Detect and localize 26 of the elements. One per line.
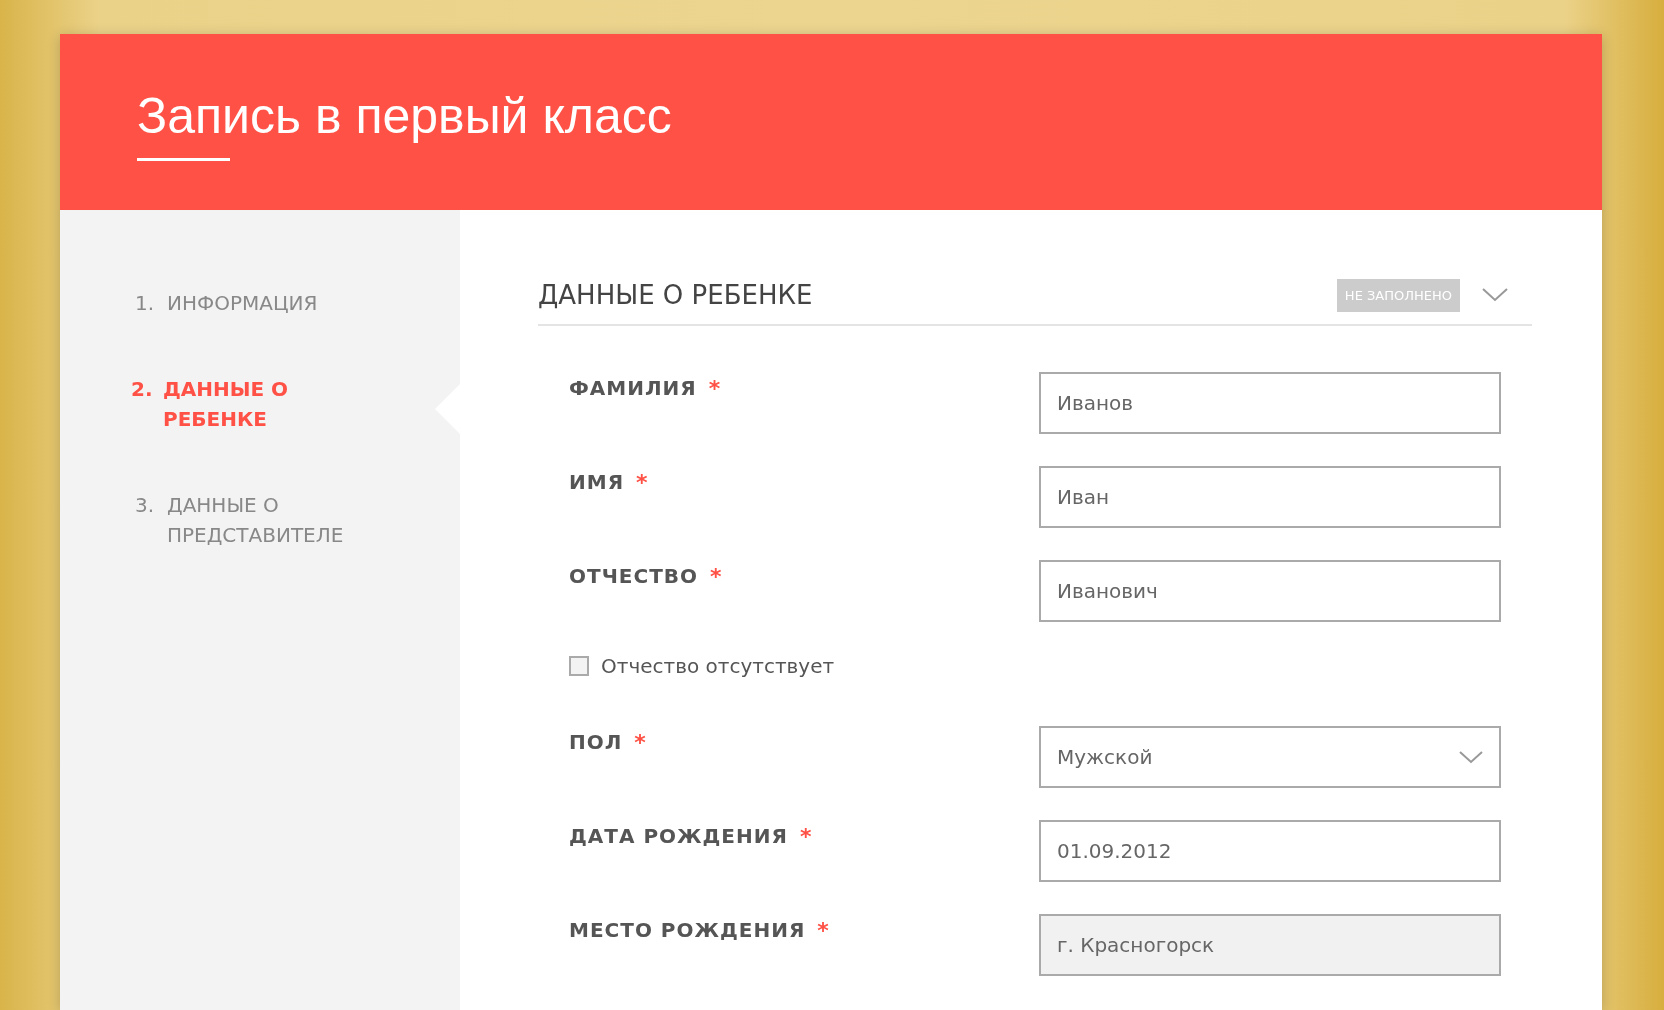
required-mark: *	[636, 470, 648, 495]
required-mark: *	[710, 564, 722, 589]
select-field[interactable]: Мужской	[1039, 726, 1501, 788]
checkbox-label: Отчество отсутствует	[601, 654, 835, 678]
chevron-down-icon[interactable]	[1482, 288, 1508, 302]
section-title: ДАННЫЕ О РЕБЕНКЕ	[538, 280, 814, 310]
step-link[interactable]: 2. ДАННЫЕ О РЕБЕНКЕ	[131, 374, 385, 434]
field-label: ОТЧЕСТВО	[569, 564, 699, 588]
field-label: ДАТА РОЖДЕНИЯ	[569, 824, 788, 848]
step-link[interactable]: 3. ДАННЫЕ О ПРЕДСТАВИТЕЛЕ	[135, 490, 385, 550]
required-mark: *	[708, 376, 721, 401]
field-label: МЕСТО РОЖДЕНИЯ	[569, 918, 806, 942]
required-mark: *	[817, 918, 829, 943]
page-title: Запись в первый класс	[137, 87, 673, 146]
field-label: ИМЯ	[569, 470, 625, 494]
required-mark: *	[634, 730, 646, 755]
field-label: ФАМИЛИЯ	[569, 376, 697, 400]
step-link[interactable]: 1. ИНФОРМАЦИЯ	[135, 288, 385, 318]
input-field[interactable]: Иванович	[1039, 560, 1501, 622]
field-label: ПОЛ	[569, 730, 623, 754]
checkbox[interactable]	[569, 656, 589, 676]
input-field[interactable]: 01.09.2012	[1039, 820, 1501, 882]
chevron-down-icon	[1459, 750, 1483, 764]
required-mark: *	[799, 824, 812, 849]
input-field[interactable]: Иванов	[1039, 372, 1501, 434]
input-field[interactable]: Иван	[1039, 466, 1501, 528]
